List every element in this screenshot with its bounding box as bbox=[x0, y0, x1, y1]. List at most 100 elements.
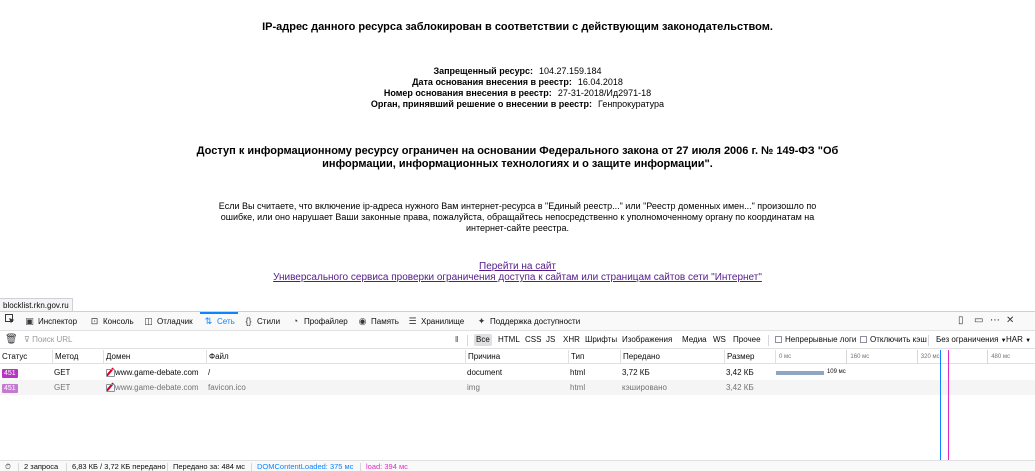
devtools-tabbar: ▣ Инспектор ⊡ Консоль ◫ Отладчик ⇅ Сеть {} Ст… bbox=[0, 312, 1035, 331]
devtools-panel: ▣ Инспектор ⊡ Консоль ◫ Отладчик ⇅ Сеть {} Ст… bbox=[0, 311, 1035, 471]
responsive-mode-icon[interactable]: ▯ bbox=[958, 312, 964, 330]
tab-network[interactable]: ⇅ Сеть bbox=[200, 312, 238, 330]
waterfall-tick: 160 мс bbox=[846, 350, 869, 364]
domcontentloaded-marker bbox=[940, 350, 941, 460]
filter-js-button[interactable]: JS bbox=[544, 334, 557, 346]
status-url-tooltip: blocklist.rkn.gov.ru bbox=[0, 298, 73, 311]
filter-urls-input[interactable]: ⊽ Поиск URL bbox=[24, 332, 73, 348]
close-icon[interactable]: ✕ bbox=[1006, 312, 1014, 330]
tab-profiler[interactable]: ◔ Профайлер bbox=[290, 312, 348, 330]
request-size: 3,42 КБ bbox=[726, 383, 754, 392]
column-status[interactable]: Статус bbox=[0, 350, 52, 364]
request-cause: document bbox=[467, 368, 503, 377]
timing-bar bbox=[776, 371, 824, 375]
trash-icon: 🗑︎ bbox=[5, 334, 18, 345]
waterfall-tick: 0 мс bbox=[779, 354, 792, 360]
waterfall-tick: 480 мс bbox=[987, 350, 1010, 364]
memory-icon: ◉ bbox=[358, 316, 367, 326]
waterfall-header[interactable]: 0 мс 160 мс 320 мс 480 мс bbox=[775, 350, 1035, 364]
appeal-note: Если Вы считаете, что включение ip-адрес… bbox=[0, 201, 1035, 234]
more-options-icon[interactable]: ⋯ bbox=[990, 312, 1000, 330]
check-service-link[interactable]: Универсального сервиса проверки ограниче… bbox=[273, 272, 762, 283]
tab-memory[interactable]: ◉ Память bbox=[357, 312, 399, 330]
info-value: Генпрокуратура bbox=[598, 99, 665, 109]
performance-analysis-button[interactable]: ⏱︎ bbox=[5, 461, 11, 471]
info-row-number: Номер основания внесения в реестр: 27-31-… bbox=[0, 88, 1035, 99]
note-line: интернет-сайте реестра. bbox=[465, 223, 570, 233]
tab-accessibility[interactable]: ✦ Поддержка доступности bbox=[476, 312, 580, 330]
debugger-icon: ◫ bbox=[144, 316, 153, 326]
filter-media-button[interactable]: Медиа bbox=[680, 334, 709, 346]
tab-styles[interactable]: {} Стили bbox=[243, 312, 280, 330]
stopwatch-icon: ⏱︎ bbox=[5, 462, 11, 471]
throttling-select[interactable]: Без ограничения ▼ bbox=[936, 332, 1007, 348]
law-notice: Доступ к информационному ресурсу огранич… bbox=[0, 145, 1035, 171]
info-label: Запрещенный ресурс: bbox=[433, 66, 533, 76]
chevron-down-icon: ▼ bbox=[1025, 338, 1032, 344]
request-cause: img bbox=[467, 383, 480, 392]
har-menu-button[interactable]: HAR ▼ bbox=[1006, 332, 1031, 348]
element-picker-button[interactable] bbox=[5, 312, 15, 330]
filter-all-button[interactable]: Все bbox=[474, 334, 492, 346]
goto-site-link[interactable]: Перейти на сайт bbox=[479, 261, 556, 272]
info-value: 16.04.2018 bbox=[577, 77, 623, 87]
filter-css-button[interactable]: CSS bbox=[523, 334, 543, 346]
filter-html-button[interactable]: HTML bbox=[496, 334, 522, 346]
filter-ws-button[interactable]: WS bbox=[711, 334, 728, 346]
note-line: Если Вы считаете, что включение ip-адрес… bbox=[218, 201, 817, 211]
filter-xhr-button[interactable]: XHR bbox=[561, 334, 582, 346]
filter-images-button[interactable]: Изображения bbox=[620, 334, 674, 346]
table-row[interactable]: 451 GET www.game-debate.com favicon.ico … bbox=[0, 380, 1035, 395]
request-type: html bbox=[570, 368, 586, 377]
summary-load: load: 394 мс bbox=[366, 462, 408, 471]
filter-icon: ⊽ bbox=[24, 335, 30, 344]
tab-inspector[interactable]: ▣ Инспектор bbox=[24, 312, 77, 330]
column-cause[interactable]: Причина bbox=[465, 350, 568, 364]
page-headline: IP-адрес данного ресурса заблокирован в … bbox=[262, 21, 773, 33]
column-size[interactable]: Размер bbox=[724, 350, 775, 364]
column-file[interactable]: Файл bbox=[206, 350, 465, 364]
waterfall-tick: 320 мс bbox=[916, 350, 940, 364]
blocked-page: IP-адрес данного ресурса заблокирован в … bbox=[0, 0, 1035, 296]
tab-console[interactable]: ⊡ Консоль bbox=[89, 312, 134, 330]
tab-storage[interactable]: ☰ Хранилище bbox=[407, 312, 464, 330]
filter-fonts-button[interactable]: Шрифты bbox=[583, 334, 619, 346]
status-badge: 451 bbox=[2, 384, 18, 393]
table-row[interactable]: 451 GET www.game-debate.com / document h… bbox=[0, 365, 1035, 380]
summary-finish: Передано за: 484 мс bbox=[173, 462, 245, 471]
tracker-icon bbox=[106, 368, 115, 377]
checkbox-box bbox=[775, 336, 782, 343]
info-row-date: Дата основания внесения в реестр: 16.04.2… bbox=[0, 77, 1035, 88]
summary-domcontentloaded: DOMContentLoaded: 375 мс bbox=[257, 462, 354, 471]
request-file: / bbox=[208, 368, 211, 377]
request-transferred: 3,72 КБ bbox=[622, 368, 650, 377]
checkbox-box bbox=[860, 336, 867, 343]
info-label: Дата основания внесения в реестр: bbox=[412, 77, 572, 87]
requests-table-header: Статус Метод Домен Файл Причина Тип Пере… bbox=[0, 350, 1035, 364]
column-domain[interactable]: Домен bbox=[103, 350, 206, 364]
console-icon: ⊡ bbox=[90, 316, 99, 326]
status-badge: 451 bbox=[2, 369, 18, 378]
column-type[interactable]: Тип bbox=[568, 350, 620, 364]
inspector-icon: ▣ bbox=[25, 316, 34, 326]
links-block: Перейти на сайт Универсального сервиса п… bbox=[0, 261, 1035, 283]
law-line: Доступ к информационному ресурсу огранич… bbox=[196, 145, 839, 157]
info-value: 27-31-2018/Ид2971-18 bbox=[557, 88, 652, 98]
styles-icon: {} bbox=[245, 316, 252, 326]
pause-recording-button[interactable]: ‖ bbox=[455, 332, 458, 348]
request-transferred: кэшировано bbox=[622, 383, 667, 392]
request-domain: www.game-debate.com bbox=[106, 380, 204, 395]
disable-cache-checkbox[interactable]: Отключить кэш bbox=[860, 332, 927, 348]
load-marker bbox=[948, 350, 950, 460]
clear-requests-button[interactable]: 🗑︎ bbox=[5, 332, 18, 348]
dock-icon[interactable]: ▭ bbox=[974, 312, 983, 330]
column-method[interactable]: Метод bbox=[52, 350, 103, 364]
column-transferred[interactable]: Передано bbox=[620, 350, 724, 364]
info-label: Номер основания внесения в реестр: bbox=[383, 88, 552, 98]
filter-other-button[interactable]: Прочее bbox=[731, 334, 763, 346]
tab-debugger[interactable]: ◫ Отладчик bbox=[143, 312, 192, 330]
request-method: GET bbox=[54, 368, 71, 377]
persist-logs-checkbox[interactable]: Непрерывные логи bbox=[775, 332, 856, 348]
info-row-authority: Орган, принявший решение о внесении в ре… bbox=[0, 99, 1035, 110]
network-toolbar: 🗑︎ ⊽ Поиск URL ‖ Все HTML CSS JS XHR Шри… bbox=[0, 332, 1035, 349]
